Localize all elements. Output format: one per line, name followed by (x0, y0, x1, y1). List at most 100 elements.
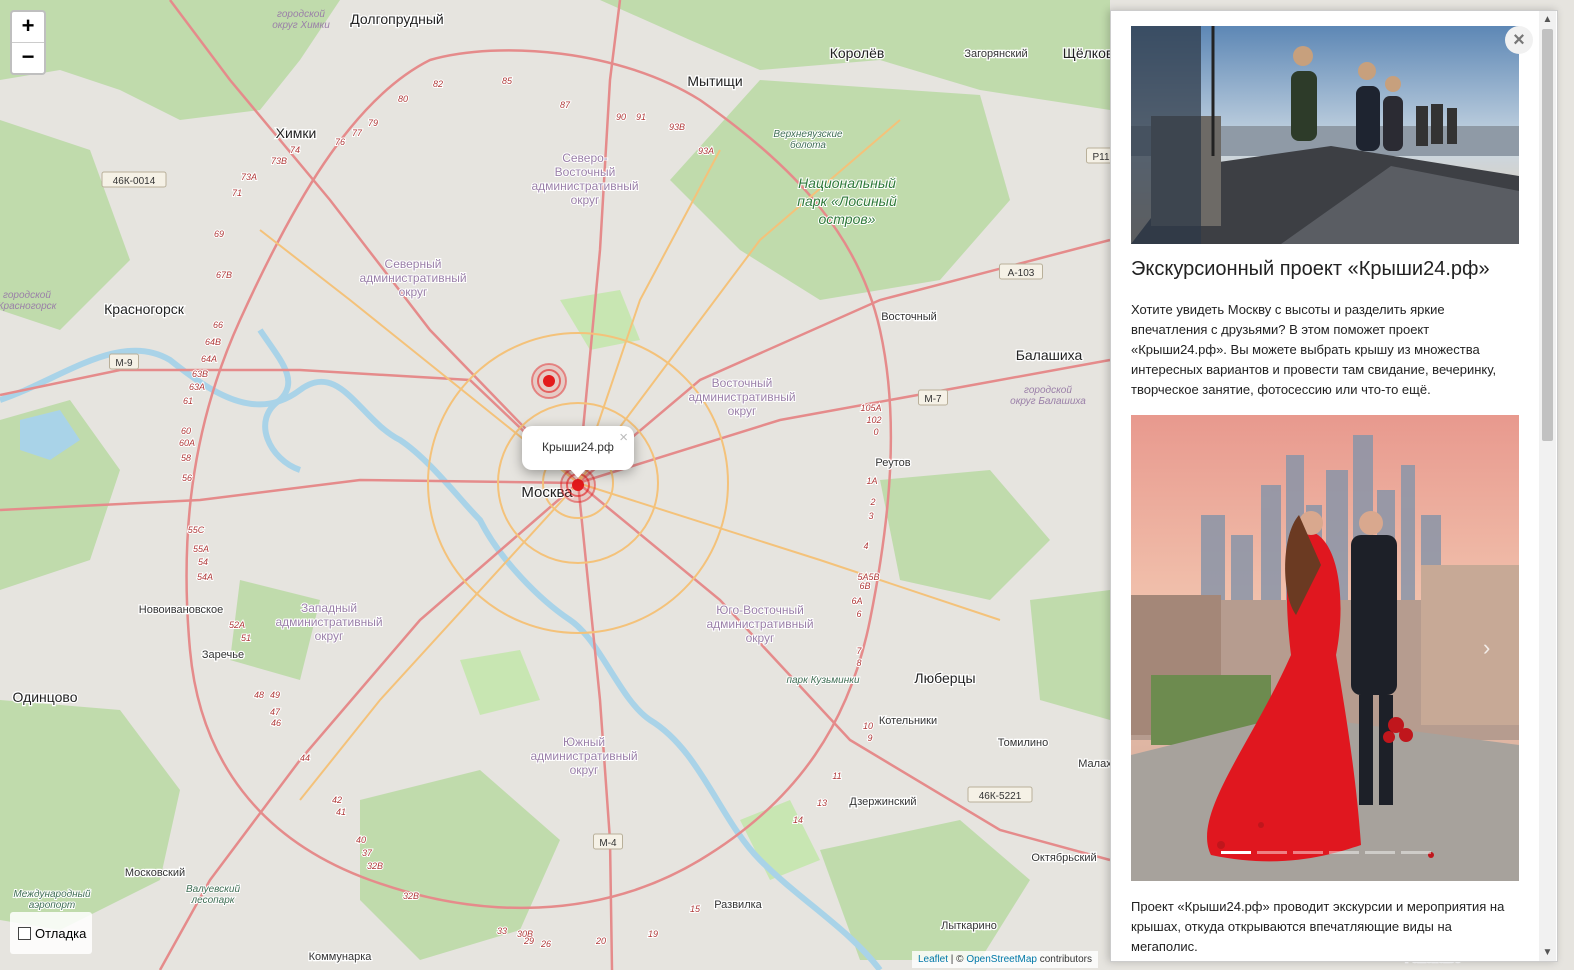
roof-marker-1[interactable] (543, 375, 555, 387)
km-marker-label: 5А (857, 572, 868, 582)
district-label: Западный (301, 601, 357, 615)
km-marker-label: 29 (523, 936, 534, 946)
km-marker-label: 14 (793, 815, 803, 825)
km-marker-label: 40 (356, 835, 366, 845)
city-label: Томилино (998, 737, 1048, 749)
zoom-control: + − (10, 10, 46, 75)
city-label: Новоивановское (139, 604, 223, 616)
km-marker-label: 77 (352, 128, 363, 138)
district-label: административный (706, 617, 813, 631)
slider-dot[interactable] (1257, 851, 1287, 854)
km-marker-label: 26 (540, 939, 551, 949)
km-marker-label: 6В (859, 581, 870, 591)
city-label: Королёв (830, 45, 885, 61)
park-label: Национальный (798, 175, 896, 191)
panel-scrollbar[interactable]: ▲ ▼ (1539, 11, 1556, 961)
km-marker-label: 9 (867, 733, 872, 743)
km-marker-label: 54А (197, 572, 213, 582)
city-label: Долгопрудный (350, 11, 443, 27)
district-label: округ (571, 193, 600, 207)
km-marker-label: 6А (851, 596, 862, 606)
km-marker-label: 2 (869, 497, 875, 507)
rooftop-couple-photo[interactable] (1131, 415, 1519, 881)
debug-toggle[interactable]: Отладка (10, 912, 92, 954)
scroll-down-icon[interactable]: ▼ (1539, 944, 1556, 961)
km-marker-label: 74 (290, 145, 300, 155)
district-label: Восточный (712, 376, 773, 390)
marker-popup: Крыши24.рф × (522, 426, 634, 478)
km-marker-label: 60 (181, 426, 191, 436)
km-marker-label: 90 (616, 112, 626, 122)
slider-dot[interactable] (1293, 851, 1323, 854)
scroll-up-icon[interactable]: ▲ (1539, 11, 1556, 28)
km-marker-label: 19 (648, 929, 658, 939)
city-label: Красногорск (104, 301, 185, 317)
zoom-in-button[interactable]: + (12, 12, 44, 42)
km-marker-label: 93В (669, 122, 685, 132)
road-shield-label: М-4 (599, 838, 617, 849)
km-marker-label: 60А (179, 438, 195, 448)
km-marker-label: 42 (332, 795, 342, 805)
debug-label: Отладка (35, 925, 87, 941)
slider-dot[interactable] (1221, 851, 1251, 854)
slider-dot[interactable] (1365, 851, 1395, 854)
attribution-separator: | © (948, 954, 967, 965)
km-marker-label: 3 (868, 511, 873, 521)
park-label: Международный (13, 889, 91, 900)
zoom-out-button[interactable]: − (12, 42, 44, 73)
km-marker-label: 6 (856, 609, 861, 619)
km-marker-label: 54 (198, 557, 208, 567)
city-label: Балашиха (1016, 347, 1083, 363)
km-marker-label: 8 (856, 658, 861, 668)
leaflet-link[interactable]: Leaflet (918, 954, 948, 965)
km-marker-label: 66 (213, 320, 223, 330)
district-label: административный (688, 390, 795, 404)
district-label: округ (746, 631, 775, 645)
district-label: Юго-Восточный (716, 603, 804, 617)
panel-title: Экскурсионный проект «Крыши24.рф» (1131, 258, 1490, 280)
district-label: округ (728, 404, 757, 418)
km-marker-label: 32В (367, 861, 383, 871)
popup-text: Крыши24.рф (542, 440, 614, 454)
km-marker-label: 58 (181, 453, 191, 463)
city-label: Московский (125, 867, 185, 879)
district-label: Южный (563, 735, 605, 749)
km-marker-label: 82 (433, 79, 443, 89)
osm-link[interactable]: OpenStreetMap (966, 954, 1037, 965)
km-marker-label: 51 (241, 633, 251, 643)
city-label: Развилка (714, 899, 762, 911)
okrug-label: Красногорск (0, 301, 58, 312)
km-marker-label: 20 (595, 936, 606, 946)
okrug-label: городской (1024, 385, 1072, 396)
city-label: Заречье (202, 649, 244, 661)
km-marker-label: 64А (201, 354, 217, 364)
city-label: Малах (1078, 758, 1112, 770)
slider-dot[interactable] (1329, 851, 1359, 854)
road-shield-label: 46К-5221 (979, 791, 1022, 802)
panel-close-button[interactable]: × (1505, 26, 1533, 54)
road-shield-label: А-103 (1008, 268, 1035, 279)
km-marker-label: 79 (368, 118, 378, 128)
km-marker-label: 73В (271, 156, 287, 166)
okrug-label: городской (277, 9, 325, 20)
popup-close-button[interactable]: × (619, 429, 628, 446)
km-marker-label: 10 (863, 721, 873, 731)
km-marker-label: 102 (866, 415, 881, 425)
city-label: Химки (276, 125, 317, 141)
district-label: Северный (385, 257, 442, 271)
district-label: административный (359, 271, 466, 285)
km-marker-label: 37 (362, 848, 373, 858)
km-marker-label: 33 (497, 926, 507, 936)
km-marker-label: 63А (189, 382, 205, 392)
district-label: административный (531, 179, 638, 193)
debug-checkbox[interactable] (18, 926, 31, 940)
park-label: болота (790, 139, 826, 151)
roof-marker-2[interactable] (572, 479, 584, 491)
km-marker-label: 61 (183, 396, 193, 406)
district-label: административный (530, 749, 637, 763)
scroll-thumb[interactable] (1542, 29, 1553, 441)
km-marker-label: 69 (214, 229, 224, 239)
district-label: административный (275, 615, 382, 629)
slider-dot[interactable] (1401, 851, 1431, 854)
slider-next-icon[interactable]: › (1483, 635, 1490, 661)
